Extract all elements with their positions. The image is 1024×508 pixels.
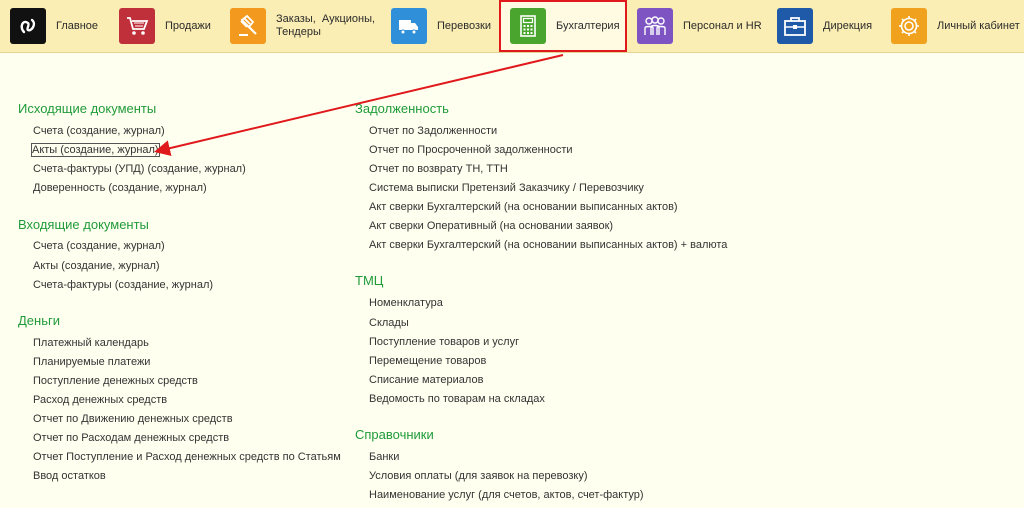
- menu-item-cash-expenses[interactable]: Расход денежных средств: [33, 394, 167, 406]
- menu-item-incoming-acts[interactable]: Акты (создание, журнал): [33, 260, 160, 272]
- tab-label: Личный кабинет: [937, 19, 1020, 32]
- menu-item-reconciliation-operational[interactable]: Акт сверки Оперативный (на основании зая…: [369, 220, 613, 232]
- menu-item-reconciliation-currency[interactable]: Акт сверки Бухгалтерский (на основании в…: [369, 239, 727, 251]
- menu-item-planned-payments[interactable]: Планируемые платежи: [33, 356, 150, 368]
- tab-management[interactable]: Дирекция: [777, 0, 887, 52]
- section-title-money: Деньги: [18, 313, 60, 328]
- cart-icon: [119, 8, 155, 44]
- menu-item-reconciliation-accounting[interactable]: Акт сверки Бухгалтерский (на основании в…: [369, 201, 678, 213]
- section-title-debts: Задолженность: [355, 101, 449, 116]
- menu-item-warehouses[interactable]: Склады: [369, 317, 409, 329]
- briefcase-icon: [777, 8, 813, 44]
- gear-icon: [891, 8, 927, 44]
- tab-label: Бухгалтерия: [556, 19, 620, 32]
- menu-item-goods-transfer[interactable]: Перемещение товаров: [369, 355, 486, 367]
- menu-item-waybill-return-report[interactable]: Отчет по возврату ТН, ТТН: [369, 163, 508, 175]
- tab-label: Главное: [56, 19, 99, 32]
- section-title-references: Справочники: [355, 427, 434, 442]
- menu-item-goods-receipt[interactable]: Поступление товаров и услуг: [369, 336, 519, 348]
- menu-item-payment-terms[interactable]: Условия оплаты (для заявок на перевозку): [369, 470, 588, 482]
- tab-sales[interactable]: Продажи: [119, 0, 224, 52]
- menu-item-outgoing-invoices[interactable]: Счета (создание, журнал): [33, 125, 165, 137]
- people-icon: [637, 8, 673, 44]
- menu-item-income-expense-by-articles[interactable]: Отчет Поступление и Расход денежных сред…: [33, 451, 341, 463]
- menu-item-expenses-report[interactable]: Отчет по Расходам денежных средств: [33, 432, 229, 444]
- tab-label: Дирекция: [823, 19, 873, 32]
- tab-label: Продажи: [165, 19, 211, 32]
- menu-item-outgoing-acts[interactable]: Акты (создание, журнал): [31, 143, 160, 157]
- menu-item-claims-system[interactable]: Система выписки Претензий Заказчику / Пе…: [369, 182, 644, 194]
- section-nav-bar: Главное Продажи Заказы, Аукционы, Тендер…: [0, 0, 1024, 53]
- section-title-inventory: ТМЦ: [355, 273, 384, 288]
- menu-item-warehouse-statement[interactable]: Ведомость по товарам на складах: [369, 393, 545, 405]
- menu-item-write-off[interactable]: Списание материалов: [369, 374, 483, 386]
- tab-transport[interactable]: Перевозки: [391, 0, 496, 52]
- menu-item-cash-flow-report[interactable]: Отчет по Движению денежных средств: [33, 413, 233, 425]
- tab-label: Перевозки: [437, 19, 491, 32]
- menu-item-incoming-invoices[interactable]: Счета (создание, журнал): [33, 240, 165, 252]
- menu-item-debt-report[interactable]: Отчет по Задолженности: [369, 125, 497, 137]
- menu-item-banks[interactable]: Банки: [369, 451, 399, 463]
- menu-item-service-names[interactable]: Наименование услуг (для счетов, актов, с…: [369, 489, 644, 501]
- menu-item-nomenclature[interactable]: Номенклатура: [369, 297, 443, 309]
- tab-label: Персонал и HR: [683, 19, 762, 32]
- menu-item-cash-receipts[interactable]: Поступление денежных средств: [33, 375, 198, 387]
- accounting-menu: Исходящие документы Счета (создание, жур…: [0, 53, 1024, 508]
- menu-item-payment-calendar[interactable]: Платежный календарь: [33, 337, 149, 349]
- section-title-incoming-documents: Входящие документы: [18, 217, 149, 232]
- truck-icon: [391, 8, 427, 44]
- tab-label: Заказы, Аукционы, Тендеры: [276, 13, 376, 38]
- menu-item-overdue-debt-report[interactable]: Отчет по Просроченной задолженности: [369, 144, 573, 156]
- tab-hr[interactable]: Персонал и HR: [637, 0, 772, 52]
- tab-accounting[interactable]: Бухгалтерия: [499, 0, 627, 52]
- menu-item-outgoing-tax-invoices[interactable]: Счета-фактуры (УПД) (создание, журнал): [33, 163, 246, 175]
- menu-item-power-of-attorney[interactable]: Доверенность (создание, журнал): [33, 182, 207, 194]
- gavel-icon: [230, 8, 266, 44]
- section-title-outgoing-documents: Исходящие документы: [18, 101, 157, 116]
- menu-item-opening-balances[interactable]: Ввод остатков: [33, 470, 106, 482]
- calculator-icon: [510, 8, 546, 44]
- logo-icon: [10, 8, 46, 44]
- section-title-cut-off: [18, 501, 58, 508]
- tab-main[interactable]: Главное: [10, 0, 110, 52]
- menu-item-incoming-tax-invoices[interactable]: Счета-фактуры (создание, журнал): [33, 279, 213, 291]
- tab-personal-cabinet[interactable]: Личный кабинет: [891, 0, 1021, 52]
- tab-orders[interactable]: Заказы, Аукционы, Тендеры: [230, 0, 380, 52]
